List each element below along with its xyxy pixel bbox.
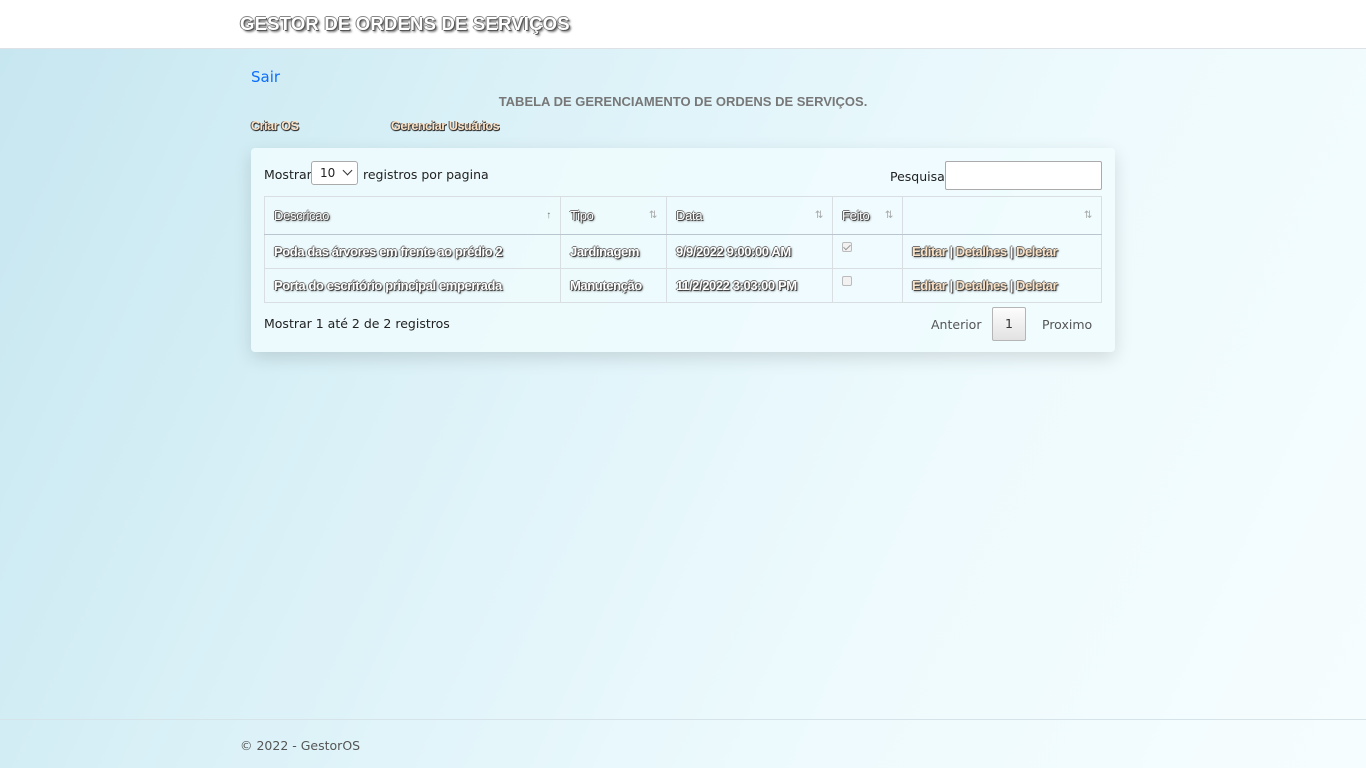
next-page-button[interactable]: Proximo bbox=[1042, 317, 1092, 332]
create-os-link[interactable]: Criar OS bbox=[251, 119, 299, 133]
done-checkbox bbox=[842, 242, 852, 252]
sort-asc-icon: ↑ bbox=[546, 210, 551, 221]
action-separator: | bbox=[949, 278, 953, 293]
search-label: Pesquisar bbox=[890, 169, 950, 184]
details-link[interactable]: Detalhes bbox=[956, 278, 1007, 293]
table-row: Poda das árvores em frente ao prédio 2 J… bbox=[264, 234, 1102, 269]
footer: © 2022 - GestorOS bbox=[0, 719, 1366, 768]
app-brand[interactable]: GESTOR DE ORDENS DE SERVIÇOS bbox=[240, 13, 570, 35]
column-header-feito[interactable]: Feito ⇅ bbox=[832, 196, 903, 235]
cell-tipo: Manutenção bbox=[560, 268, 667, 303]
done-checkbox bbox=[842, 276, 852, 286]
chevron-down-icon bbox=[342, 165, 353, 176]
delete-link[interactable]: Deletar bbox=[1016, 244, 1058, 259]
column-header-data[interactable]: Data ⇅ bbox=[666, 196, 833, 235]
delete-link[interactable]: Deletar bbox=[1016, 278, 1058, 293]
column-header-actions[interactable]: ⇅ bbox=[902, 196, 1102, 235]
orders-table: Descricao ↑ Tipo ⇅ Data ⇅ Feito ⇅ ⇅ Poda… bbox=[264, 196, 1102, 303]
column-label: Data bbox=[676, 208, 703, 223]
table-info: Mostrar 1 até 2 de 2 registros bbox=[264, 316, 450, 331]
current-page-button[interactable]: 1 bbox=[992, 307, 1026, 341]
sort-both-icon: ⇅ bbox=[648, 210, 657, 221]
orders-table-card: Mostrar 10 registros por pagina Pesquisa… bbox=[251, 148, 1115, 352]
table-header-row: Descricao ↑ Tipo ⇅ Data ⇅ Feito ⇅ ⇅ bbox=[264, 196, 1102, 235]
table-row: Porta do escritório principal emperrada … bbox=[264, 268, 1102, 303]
action-separator: | bbox=[1009, 278, 1014, 293]
search-input[interactable] bbox=[945, 161, 1102, 190]
column-label: Feito bbox=[842, 208, 870, 223]
edit-link[interactable]: Editar bbox=[912, 244, 947, 259]
cell-data: 11/2/2022 3:03:00 PM bbox=[666, 268, 833, 303]
cell-actions: Editar | Detalhes | Deletar bbox=[902, 268, 1102, 303]
cell-feito bbox=[832, 268, 903, 303]
page-title: TABELA DE GERENCIAMENTO DE ORDENS DE SER… bbox=[498, 94, 868, 109]
action-separator: | bbox=[1009, 244, 1014, 259]
top-navbar: GESTOR DE ORDENS DE SERVIÇOS bbox=[0, 0, 1366, 49]
records-per-page-label: registros por pagina bbox=[363, 167, 489, 182]
sort-both-icon: ⇅ bbox=[1083, 210, 1092, 221]
edit-link[interactable]: Editar bbox=[912, 278, 947, 293]
cell-descricao: Porta do escritório principal emperrada bbox=[264, 268, 561, 303]
column-header-tipo[interactable]: Tipo ⇅ bbox=[560, 196, 667, 235]
column-header-descricao[interactable]: Descricao ↑ bbox=[264, 196, 561, 235]
action-separator: | bbox=[949, 244, 953, 259]
cell-actions: Editar | Detalhes | Deletar bbox=[902, 234, 1102, 269]
page-size-value: 10 bbox=[320, 166, 336, 180]
cell-feito bbox=[832, 234, 903, 269]
show-label: Mostrar bbox=[264, 167, 312, 182]
sort-both-icon: ⇅ bbox=[814, 210, 823, 221]
page-size-select[interactable]: 10 bbox=[311, 161, 358, 185]
logout-link[interactable]: Sair bbox=[251, 68, 280, 86]
cell-tipo: Jardinagem bbox=[560, 234, 667, 269]
details-link[interactable]: Detalhes bbox=[956, 244, 1007, 259]
column-label: Descricao bbox=[274, 208, 330, 223]
manage-users-link[interactable]: Gerenciar Usuários bbox=[391, 119, 500, 133]
column-label: Tipo bbox=[570, 208, 594, 223]
cell-descricao: Poda das árvores em frente ao prédio 2 bbox=[264, 234, 561, 269]
cell-data: 9/9/2022 9:00:00 AM bbox=[666, 234, 833, 269]
sort-both-icon: ⇅ bbox=[884, 210, 893, 221]
footer-copyright: © 2022 - GestorOS bbox=[240, 738, 361, 753]
previous-page-button[interactable]: Anterior bbox=[931, 317, 981, 332]
